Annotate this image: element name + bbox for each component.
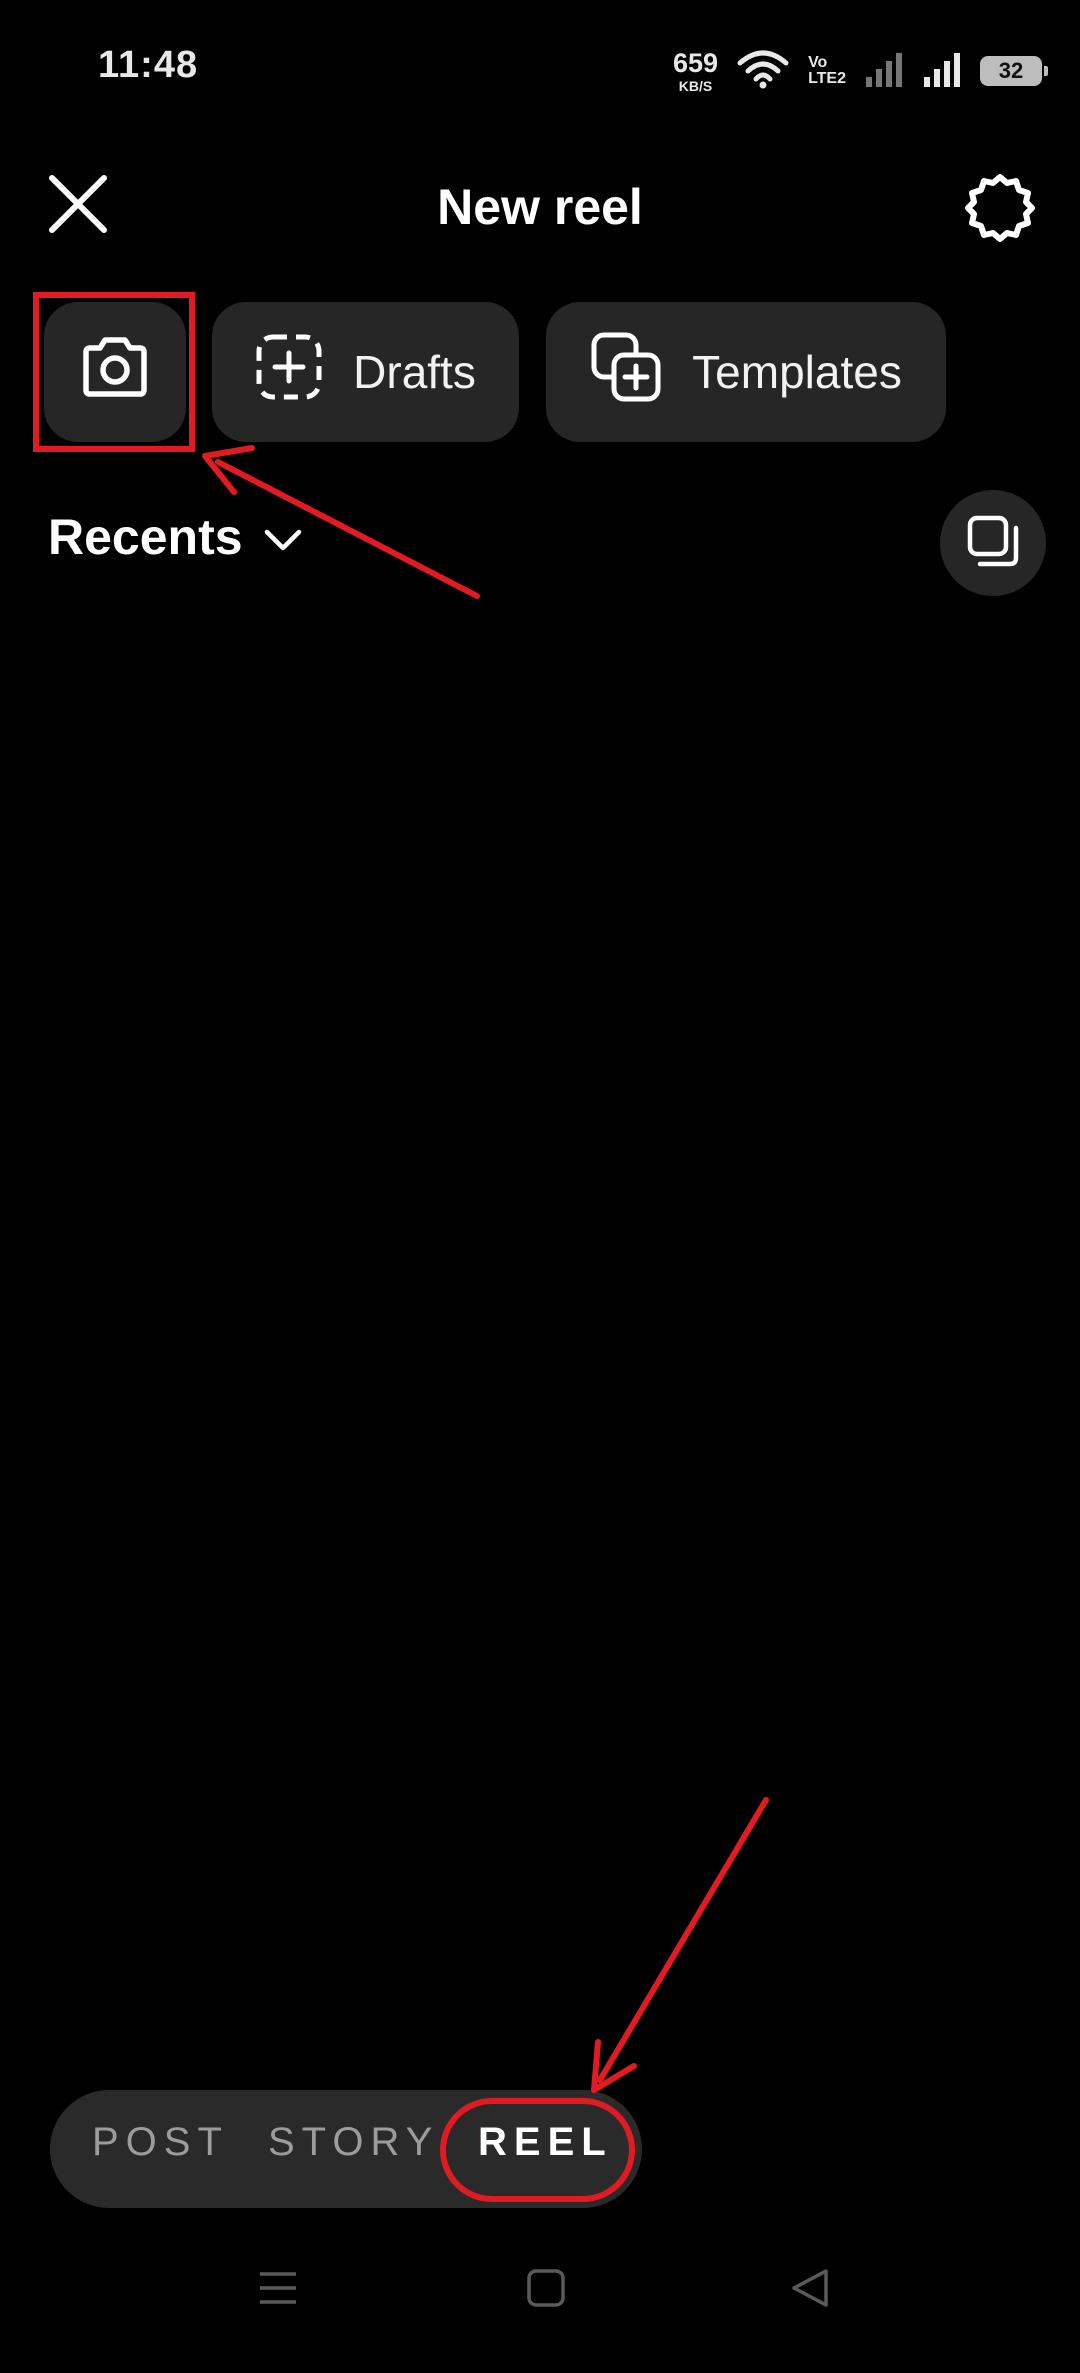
volte-indicator: Vo LTE2: [808, 55, 846, 87]
back-icon[interactable]: [790, 2268, 830, 2313]
network-speed: 659 KB/S: [673, 47, 719, 94]
page-title: New reel: [437, 179, 643, 235]
status-time: 11:48: [98, 44, 199, 86]
arrow-to-reel: [591, 1797, 769, 2093]
drafts-button[interactable]: Drafts: [212, 302, 519, 442]
status-icons: 659 KB/S Vo LTE2 32: [673, 47, 1048, 94]
volte-bottom-label: LTE2: [808, 70, 846, 87]
signal-icon-sim1: [864, 49, 904, 94]
home-icon[interactable]: [526, 2268, 566, 2313]
drafts-plus-icon: [255, 333, 323, 412]
settings-button[interactable]: [962, 172, 1038, 248]
battery-icon: 32: [980, 56, 1048, 86]
templates-icon: [590, 331, 662, 414]
mode-post-tab[interactable]: POST: [92, 2120, 229, 2165]
wifi-icon: [736, 49, 790, 94]
gear-icon: [965, 173, 1035, 248]
volte-top-label: Vo: [808, 54, 828, 71]
album-label: Recents: [48, 509, 243, 565]
network-speed-unit: KB/S: [678, 77, 713, 94]
signal-icon-sim2: [922, 49, 962, 94]
network-speed-value: 659: [673, 47, 719, 78]
templates-label: Templates: [692, 346, 902, 398]
album-selector[interactable]: Recents: [48, 508, 303, 566]
battery-level: 32: [998, 58, 1024, 83]
reel-highlight-annotation: [440, 2098, 635, 2202]
drafts-label: Drafts: [353, 346, 476, 398]
chevron-down-icon: [263, 508, 303, 566]
multi-select-icon: [966, 514, 1020, 573]
templates-button[interactable]: Templates: [546, 302, 946, 442]
mode-story-tab[interactable]: STORY: [268, 2120, 439, 2165]
camera-highlight-annotation: [33, 292, 195, 452]
multi-select-button[interactable]: [940, 490, 1046, 596]
menu-icon[interactable]: [258, 2268, 298, 2313]
